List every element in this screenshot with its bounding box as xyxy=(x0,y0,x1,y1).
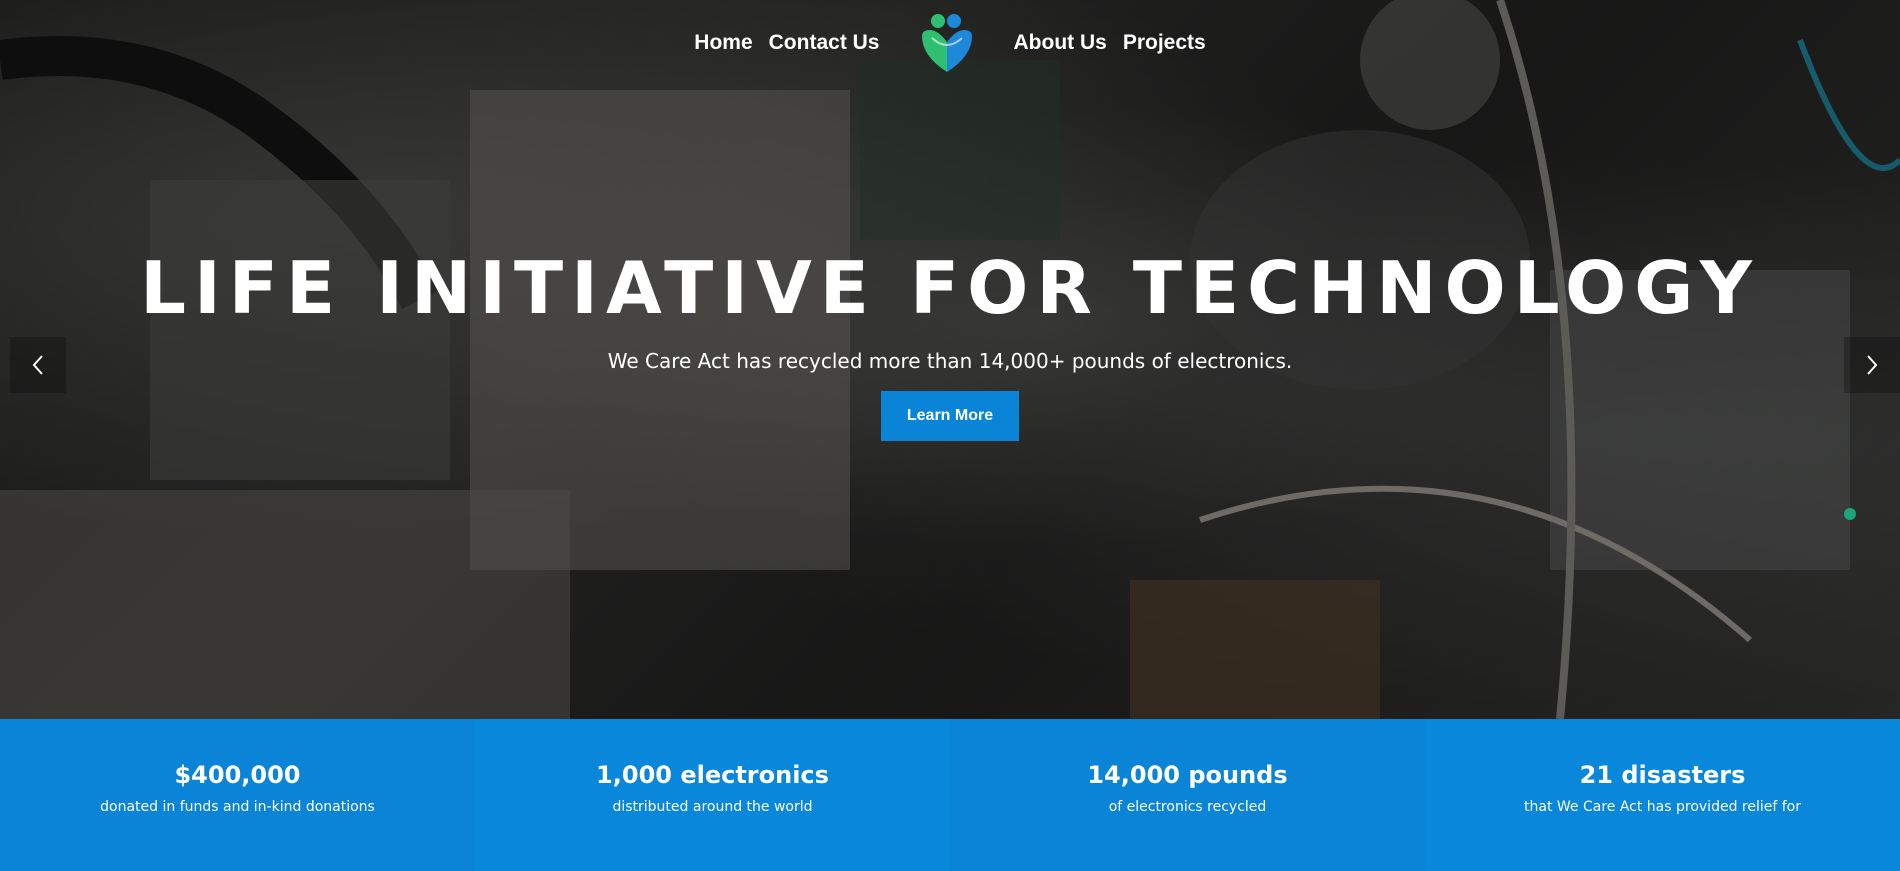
hero-banner: Home Contact Us About Us Projects LIFE I… xyxy=(0,0,1900,719)
stat-value: $400,000 xyxy=(174,761,301,789)
stat-value: 21 disasters xyxy=(1579,761,1746,789)
stat-electronics: 1,000 electronics distributed around the… xyxy=(475,719,950,871)
nav-link-home[interactable]: Home xyxy=(694,31,752,55)
hero-subtitle: We Care Act has recycled more than 14,00… xyxy=(607,349,1293,373)
nav-link-about-us[interactable]: About Us xyxy=(1014,31,1107,55)
stats-bar: $400,000 donated in funds and in-kind do… xyxy=(0,719,1900,871)
stat-value: 1,000 electronics xyxy=(596,761,829,789)
learn-more-button[interactable]: Learn More xyxy=(880,391,1020,441)
nav-left-group: Home Contact Us xyxy=(694,31,879,55)
stat-label: that We Care Act has provided relief for xyxy=(1524,799,1801,815)
main-nav: Home Contact Us About Us Projects xyxy=(0,0,1900,85)
carousel-indicator-dot[interactable] xyxy=(1844,508,1856,520)
stat-funds: $400,000 donated in funds and in-kind do… xyxy=(0,719,475,871)
hero-title: LIFE INITIATIVE FOR TECHNOLOGY xyxy=(140,246,1760,330)
stat-label: donated in funds and in-kind donations xyxy=(100,799,375,815)
nav-link-contact-us[interactable]: Contact Us xyxy=(769,31,880,55)
nav-link-projects[interactable]: Projects xyxy=(1123,31,1206,55)
stat-label: distributed around the world xyxy=(612,799,813,815)
stat-pounds: 14,000 pounds of electronics recycled xyxy=(950,719,1425,871)
stat-value: 14,000 pounds xyxy=(1087,761,1288,789)
nav-right-group: About Us Projects xyxy=(1014,31,1206,55)
hero-content: LIFE INITIATIVE FOR TECHNOLOGY We Care A… xyxy=(0,245,1900,441)
heart-people-logo-icon[interactable] xyxy=(916,12,978,74)
stat-disasters: 21 disasters that We Care Act has provid… xyxy=(1425,719,1900,871)
stat-label: of electronics recycled xyxy=(1108,799,1267,815)
